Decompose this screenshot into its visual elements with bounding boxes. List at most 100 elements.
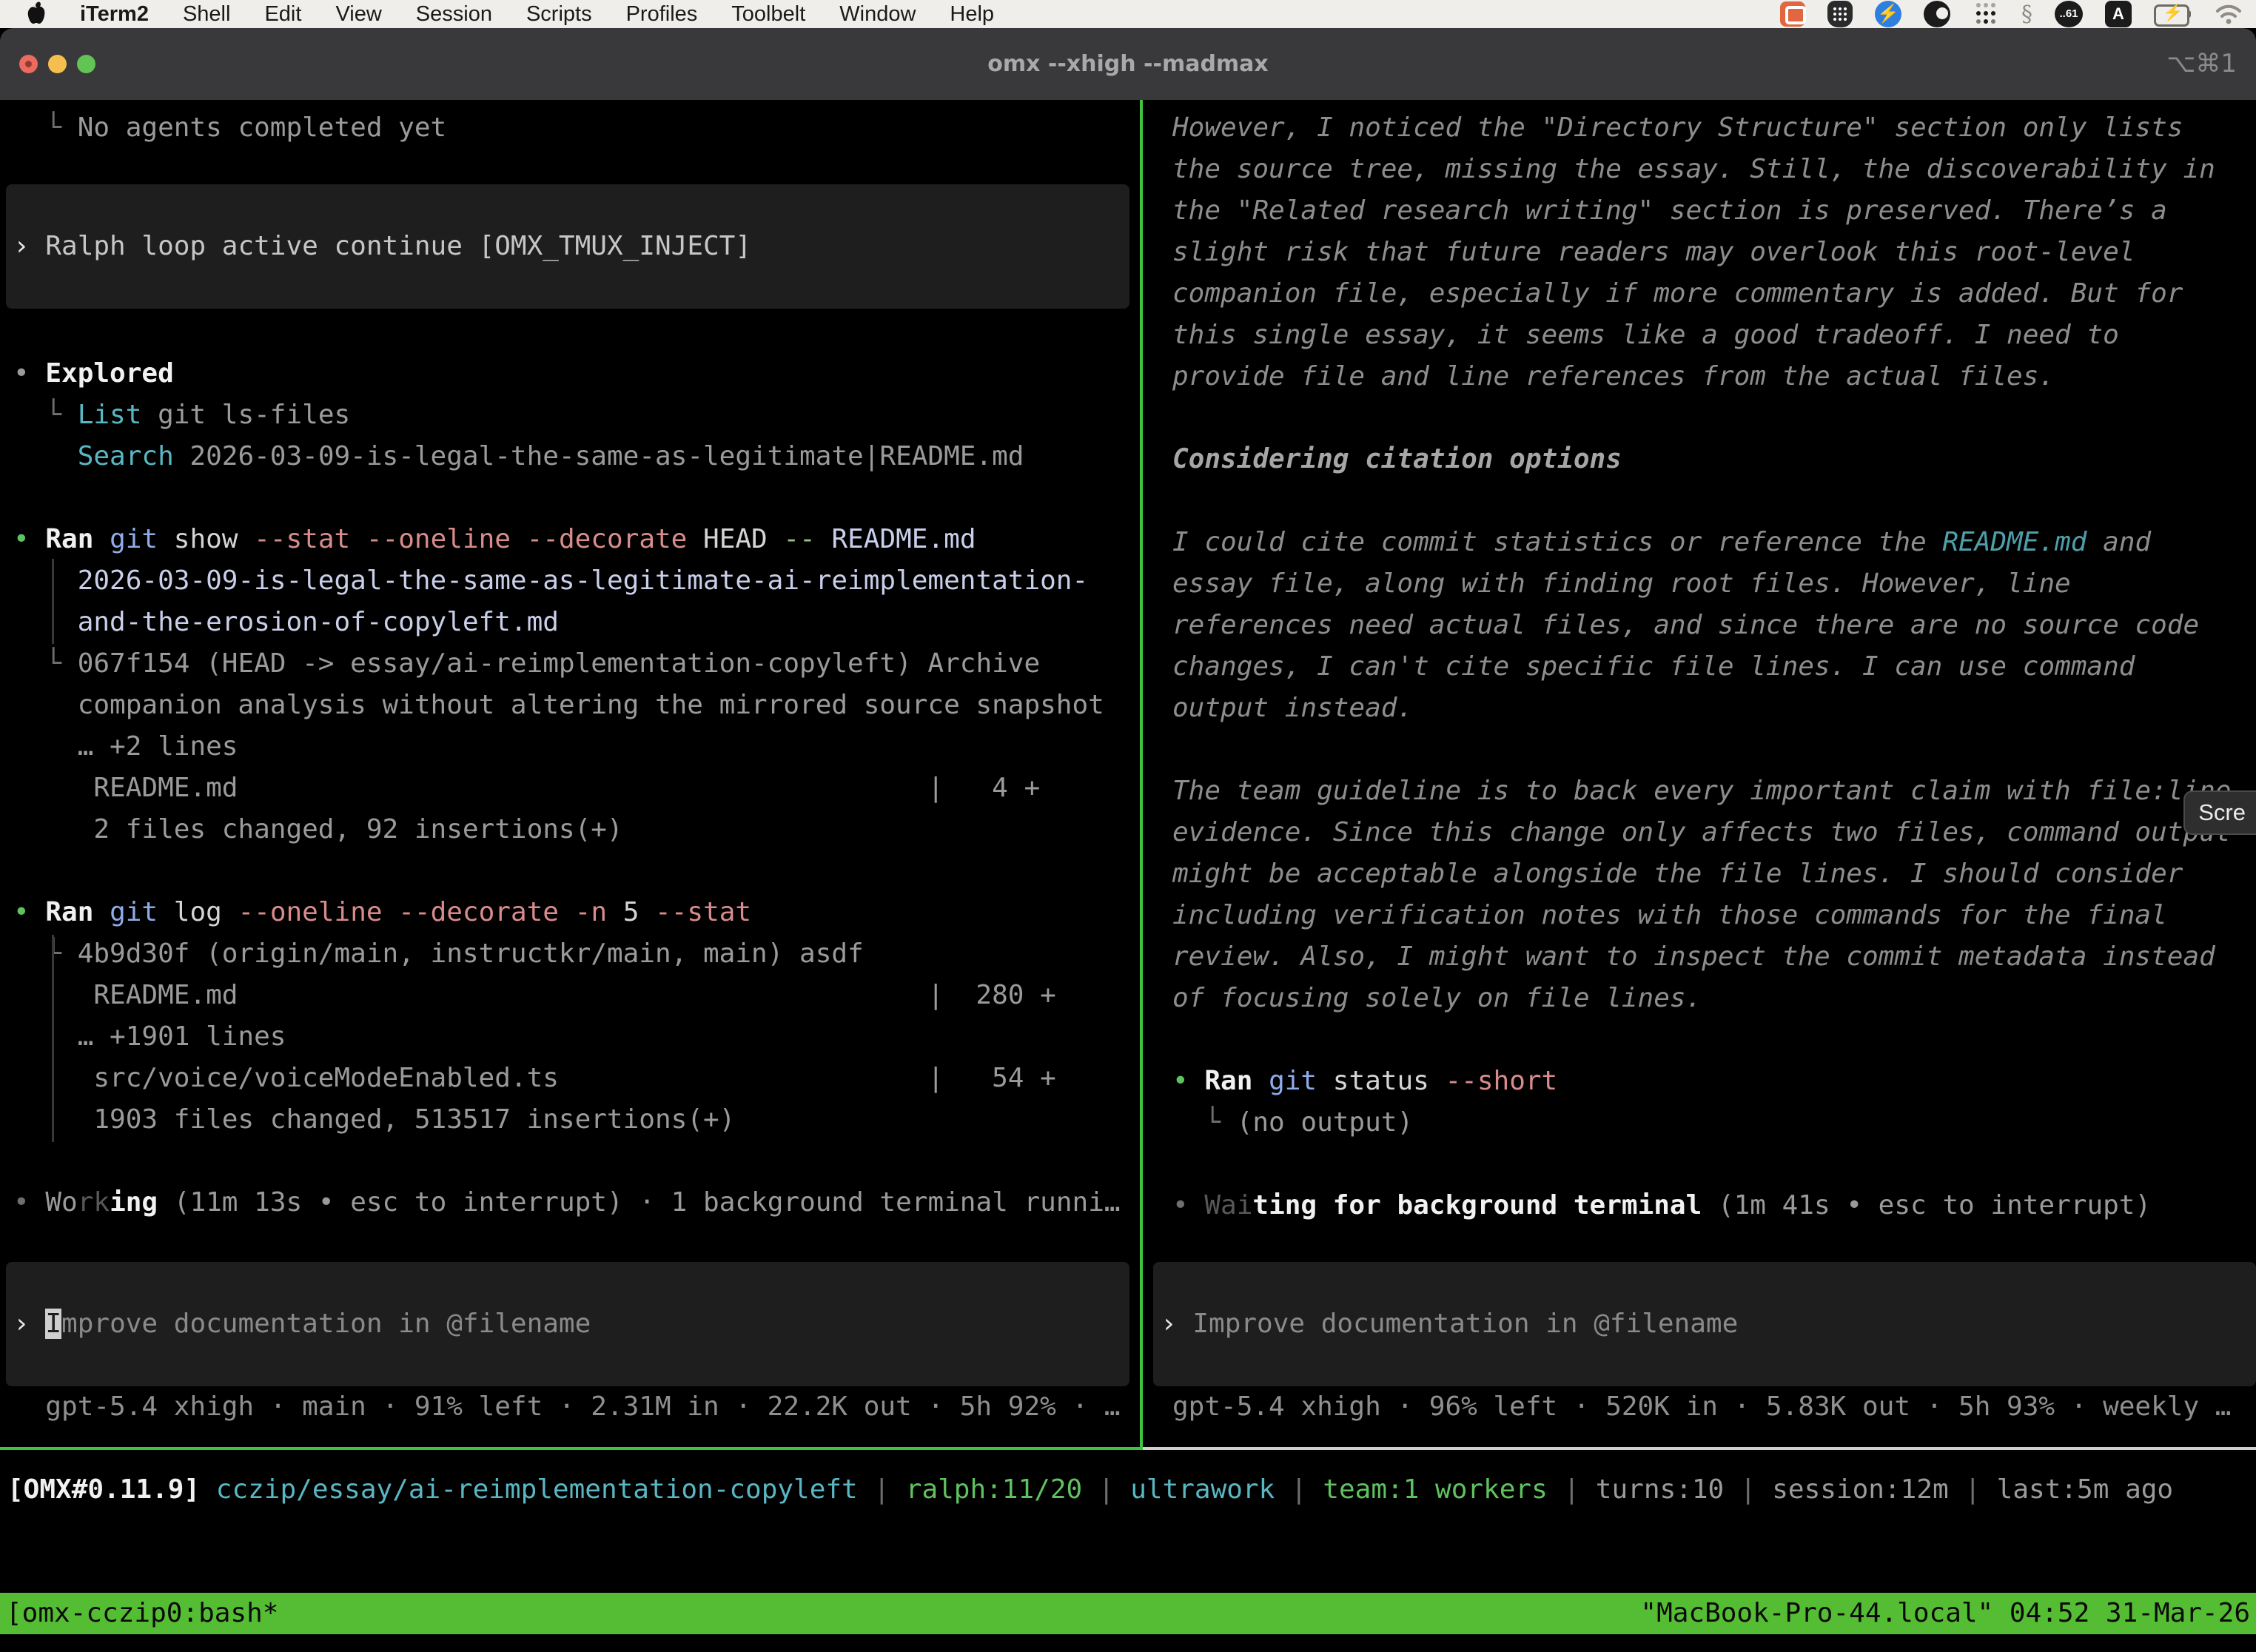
text-segment: src/voice/voiceModeEnabled.ts | 54 + (13, 1063, 1056, 1093)
text-segment: | (858, 1474, 906, 1505)
text-segment: team:1 workers (1323, 1474, 1547, 1505)
dots-grid-icon[interactable] (1973, 1, 1999, 27)
terminal-line: slight risk that future readers may over… (1172, 232, 2256, 273)
text-segment: • (13, 358, 45, 389)
terminal-line: this single essay, it seems like a good … (1172, 315, 2256, 356)
text-segment: • (13, 524, 45, 554)
menu-item-session[interactable]: Session (416, 2, 492, 27)
menu-item-window[interactable]: Window (839, 2, 916, 27)
text-segment: Wo (45, 1187, 77, 1218)
text-segment: HEAD (687, 524, 783, 554)
text-segment: • (1172, 1190, 1204, 1220)
tree-guide (52, 935, 54, 1142)
left-pane: └ No agents completed yet › Ralph loop a… (0, 100, 1140, 1447)
text-segment: └ (13, 113, 78, 143)
menu-item-view[interactable]: View (335, 2, 381, 27)
text-segment: Explored (45, 358, 173, 389)
terminal-line (1172, 480, 2256, 522)
tmux-host-clock: "MacBook-Pro-44.local" 04:52 31-Mar-26 (1640, 1593, 2250, 1634)
terminal-line (1172, 729, 2256, 770)
text-segment: 2 files changed, 92 insertions(+) (13, 814, 623, 845)
menu-item-iterm2[interactable]: iTerm2 (80, 2, 149, 27)
keypad-shield-icon[interactable] (1827, 1, 1853, 27)
text-segment: git (1269, 1066, 1317, 1096)
chat-icon[interactable] (1780, 1, 1805, 27)
menu-item-profiles[interactable]: Profiles (626, 2, 698, 27)
terminal-line: the source tree, missing the essay. Stil… (1172, 149, 2256, 190)
prompt-input[interactable]: › Improve documentation in @filename (1153, 1262, 2256, 1386)
text-segment: | (1949, 1474, 1997, 1505)
text-segment: rk (78, 1187, 110, 1218)
text-segment: I could cite commit statistics or refere… (1172, 527, 1942, 557)
text-segment: git (110, 524, 158, 554)
wifi-icon[interactable] (2215, 3, 2243, 25)
menu-item-edit[interactable]: Edit (264, 2, 301, 27)
desktop: iTerm2 Shell Edit View Session Scripts P… (0, 0, 2256, 1652)
terminal-line: The team guideline is to back every impo… (1172, 770, 2256, 812)
text-segment: • (13, 1187, 45, 1218)
badge-61-icon[interactable]: ..61 (2055, 1, 2083, 27)
text-segment: companion analysis without altering the … (13, 690, 1104, 720)
tree-guide (52, 559, 54, 644)
terminal-line: └ (no output) (1172, 1102, 2256, 1144)
text-segment: 5 (607, 897, 655, 927)
menu-item-shell[interactable]: Shell (183, 2, 231, 27)
text-segment: (no output) (1237, 1107, 1413, 1138)
battery-icon[interactable]: ⚡ (2154, 4, 2192, 24)
text-segment: README.md | 280 + (13, 980, 1056, 1010)
text-segment (13, 441, 78, 471)
text-segment: --oneline --decorate (238, 897, 558, 927)
terminal-line: README.md | 280 + (13, 975, 1140, 1016)
text-segment: git ls-files (141, 400, 350, 430)
terminal-line: the "Related research writing" section i… (1172, 190, 2256, 232)
omx-status-line: [OMX#0.11.9] cczip/essay/ai-reimplementa… (7, 1469, 2173, 1511)
squiggle-icon[interactable]: § (2021, 1, 2032, 27)
prompt-input-queued[interactable]: › Ralph loop active continue [OMX_TMUX_I… (6, 184, 1129, 309)
text-segment: -- (783, 524, 815, 554)
text-segment: references need actual files, and since … (1172, 610, 2199, 640)
tmux-status-bar: [omx-cczip0:bash* "MacBook-Pro-44.local"… (0, 1593, 2256, 1634)
text-segment: • (1172, 1066, 1204, 1096)
prompt-chevron: › (13, 231, 45, 261)
pane-divider[interactable] (1140, 100, 1143, 1448)
apple-menu[interactable] (25, 1, 47, 27)
terminal-line: companion analysis without altering the … (13, 685, 1140, 726)
terminal-line: 2026-03-09-is-legal-the-same-as-legitima… (13, 560, 1140, 602)
menu-status-icons: ⚡ § ..61 A ⚡ (1780, 0, 2243, 28)
text-segment: git (110, 897, 158, 927)
terminal-line (1172, 1019, 2256, 1061)
input-source-icon[interactable]: A (2105, 1, 2132, 27)
crescent-circle-icon[interactable] (1924, 1, 1950, 27)
text-segment: 1903 files changed, 513517 insertions(+) (13, 1104, 735, 1135)
terminal-line: src/voice/voiceModeEnabled.ts | 54 + (13, 1058, 1140, 1099)
left-pane-border (0, 1447, 1143, 1450)
text-segment: README.md (816, 524, 976, 554)
menu-item-scripts[interactable]: Scripts (526, 2, 592, 27)
text-segment: Ran (45, 897, 93, 927)
text-segment: -n (575, 897, 607, 927)
text-segment: and (2087, 527, 2151, 557)
text-segment: ing (110, 1187, 158, 1218)
terminal-line: evidence. Since this change only affects… (1172, 812, 2256, 853)
terminal-line: review. Also, I might want to inspect th… (1172, 936, 2256, 978)
text-segment: The team guideline is to back every impo… (1172, 776, 2231, 806)
prompt-input[interactable]: › Improve documentation in @filename (6, 1262, 1129, 1386)
terminal-line (1172, 397, 2256, 439)
screen-overlay-button[interactable]: Scre (2183, 790, 2256, 835)
title-bar: omx --xhigh --madmax ⌥⌘1 (0, 28, 2256, 100)
text-segment: [OMX#0.11.9] (7, 1474, 200, 1505)
menu-item-help[interactable]: Help (950, 2, 994, 27)
terminal-line: and-the-erosion-of-copyleft.md (13, 602, 1140, 643)
text-segment: the source tree, missing the essay. Stil… (1172, 154, 2215, 184)
agent-summary: └ No agents completed yet (13, 107, 1140, 149)
text-segment: the "Related research writing" section i… (1172, 195, 2167, 226)
terminal-line: └ 067f154 (HEAD -> essay/ai-reimplementa… (13, 643, 1140, 685)
terminal-line (1172, 1144, 2256, 1185)
spark-badge-icon[interactable]: ⚡ (1875, 1, 1901, 27)
terminal-line: • Waiting for background terminal (1m 41… (1172, 1185, 2256, 1226)
text-segment: … +2 lines (13, 731, 238, 762)
text-segment (1252, 1066, 1269, 1096)
text-segment: changes, I can't cite specific file line… (1172, 651, 2135, 682)
menu-item-toolbelt[interactable]: Toolbelt (731, 2, 805, 27)
terminal-line: However, I noticed the "Directory Struct… (1172, 107, 2256, 149)
